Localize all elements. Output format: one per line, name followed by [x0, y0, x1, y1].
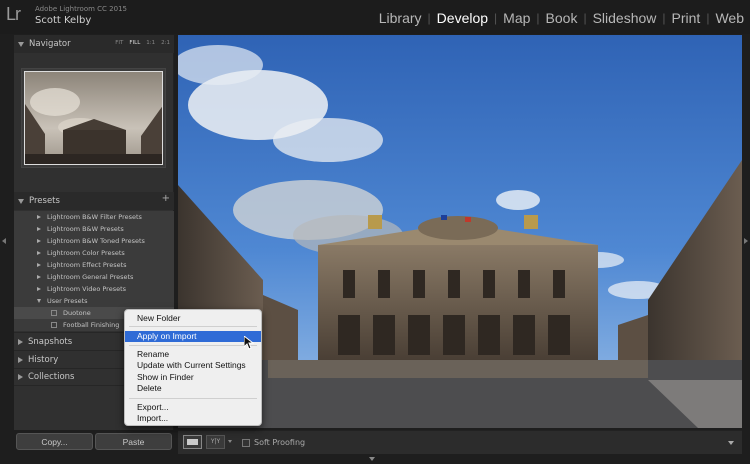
preset-context-menu: New Folder Apply on Import Rename Update…	[124, 309, 262, 426]
mouse-pointer-icon	[244, 336, 254, 350]
expand-triangle-icon[interactable]	[37, 239, 41, 243]
module-print[interactable]: Print	[666, 10, 707, 26]
show-filmstrip-arrow-icon[interactable]	[369, 457, 375, 461]
add-preset-icon[interactable]: +	[162, 193, 170, 204]
menu-separator	[129, 326, 257, 327]
identity-plate-name: Scott Kelby	[35, 15, 92, 26]
module-slideshow[interactable]: Slideshow	[587, 10, 663, 26]
preset-folder[interactable]: Lightroom Video Presets	[14, 283, 174, 295]
zoom-fit[interactable]: FIT	[115, 40, 123, 46]
lightroom-logo: Lr	[6, 4, 21, 24]
module-picker: Library | Develop | Map | Book | Slidesh…	[373, 10, 750, 26]
menu-item-update-with-current-settings[interactable]: Update with Current Settings	[125, 360, 261, 371]
preset-folder-user-presets[interactable]: User Presets	[14, 295, 174, 307]
presets-title: Presets	[29, 196, 60, 206]
main-photo-view[interactable]	[178, 35, 742, 428]
menu-separator	[129, 398, 257, 399]
navigator-duotone-photo	[25, 72, 162, 164]
expand-triangle-icon[interactable]	[37, 251, 41, 255]
menu-item-show-in-finder[interactable]: Show in Finder	[125, 372, 261, 383]
top-bar: Lr Adobe Lightroom CC 2015 Scott Kelby L…	[0, 0, 750, 34]
preset-folder[interactable]: Lightroom Effect Presets	[14, 259, 174, 271]
expand-triangle-icon[interactable]	[37, 263, 41, 267]
navigator-preview-frame[interactable]	[22, 69, 165, 167]
zoom-2-1[interactable]: 2:1	[161, 40, 170, 46]
preset-folder[interactable]: Lightroom General Presets	[14, 271, 174, 283]
toolbar-menu-caret-icon[interactable]	[728, 441, 734, 445]
expand-triangle-icon	[18, 374, 23, 380]
show-left-panel-arrow-icon[interactable]	[2, 238, 6, 244]
expand-triangle-icon[interactable]	[37, 215, 41, 219]
expand-triangle-icon	[18, 356, 23, 363]
menu-item-new-folder[interactable]: New Folder	[125, 313, 261, 324]
soft-proofing-label: Soft Proofing	[254, 438, 306, 447]
preset-folder[interactable]: Lightroom B&W Toned Presets	[14, 235, 174, 247]
menu-separator	[129, 345, 257, 346]
module-map[interactable]: Map	[497, 10, 536, 26]
module-web[interactable]: Web	[709, 10, 750, 26]
app-title: Adobe Lightroom CC 2015	[35, 5, 127, 13]
expand-triangle-icon[interactable]	[37, 227, 41, 231]
navigator-zoom-options: FIT FILL 1:1 2:1	[115, 40, 170, 46]
expand-triangle-icon	[18, 338, 23, 345]
module-book[interactable]: Book	[540, 10, 584, 26]
zoom-1-1[interactable]: 1:1	[146, 40, 155, 46]
preset-folder[interactable]: Lightroom Color Presets	[14, 247, 174, 259]
paris-opera-photo	[178, 35, 742, 428]
zoom-fill[interactable]: FILL	[129, 40, 140, 46]
menu-item-export[interactable]: Export...	[125, 402, 261, 413]
view-options-caret-icon[interactable]	[228, 440, 232, 443]
expand-triangle-icon[interactable]	[37, 275, 41, 279]
loupe-view-button[interactable]	[183, 435, 202, 449]
preset-icon	[51, 322, 57, 328]
menu-item-rename[interactable]: Rename	[125, 349, 261, 360]
collapse-triangle-icon	[18, 198, 24, 204]
presets-header[interactable]: Presets +	[14, 192, 174, 210]
navigator-title: Navigator	[29, 39, 71, 49]
menu-item-delete[interactable]: Delete	[125, 383, 261, 394]
paste-settings-button[interactable]: Paste	[95, 433, 172, 450]
navigator-header[interactable]: Navigator FIT FILL 1:1 2:1	[14, 35, 174, 53]
copy-settings-button[interactable]: Copy...	[16, 433, 93, 450]
module-library[interactable]: Library	[373, 10, 428, 26]
preset-folder[interactable]: Lightroom B&W Filter Presets	[14, 211, 174, 223]
preset-folder[interactable]: Lightroom B&W Presets	[14, 223, 174, 235]
menu-item-import[interactable]: Import...	[125, 413, 261, 424]
collapse-triangle-icon	[18, 41, 24, 47]
develop-toolbar: Y|Y Soft Proofing	[178, 430, 742, 454]
collapse-triangle-icon[interactable]	[37, 299, 41, 303]
expand-triangle-icon[interactable]	[37, 287, 41, 291]
menu-item-apply-on-import[interactable]: Apply on Import	[125, 331, 261, 342]
module-develop[interactable]: Develop	[431, 10, 494, 26]
before-after-view-button[interactable]: Y|Y	[206, 435, 225, 449]
navigator-preview-image[interactable]	[24, 71, 163, 165]
show-right-panel-arrow-icon[interactable]	[744, 238, 748, 244]
soft-proofing-checkbox[interactable]	[242, 439, 250, 447]
preset-icon	[51, 310, 57, 316]
